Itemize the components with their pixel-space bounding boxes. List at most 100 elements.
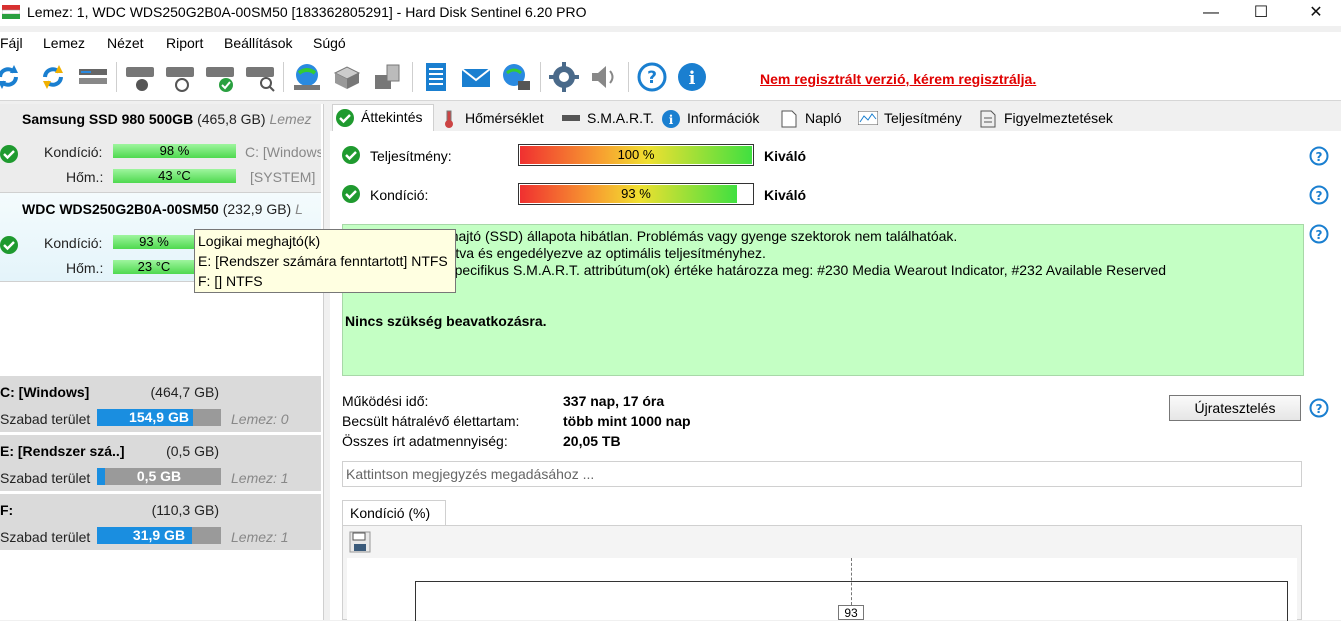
partition-size: (110,3 GB) xyxy=(151,502,219,518)
tab-smart[interactable]: S.M.A.R.T. xyxy=(560,106,660,130)
partition-card[interactable]: C: [Windows] (464,7 GB) Szabad terület 1… xyxy=(0,376,321,434)
partition-disk: Lemez: 1 xyxy=(231,529,289,545)
svg-text:i: i xyxy=(669,113,674,127)
menu-settings[interactable]: Beállítások xyxy=(224,35,292,51)
tab-label: S.M.A.R.T. xyxy=(587,110,654,126)
tab-temperature[interactable]: Hőmérséklet xyxy=(440,106,555,130)
menu-view[interactable]: Nézet xyxy=(107,35,144,51)
graph-icon xyxy=(858,111,878,125)
help-icon[interactable]: ? xyxy=(1309,224,1329,244)
maximize-button[interactable]: ☐ xyxy=(1236,0,1286,26)
uptime-value: 337 nap, 17 óra xyxy=(563,393,665,409)
tab-label: Napló xyxy=(805,110,842,126)
save-icon[interactable] xyxy=(349,531,371,553)
health-rating: Kiváló xyxy=(764,187,807,203)
disk-name-text: WDC WDS250G2B0A-00SM50 xyxy=(22,201,219,217)
partition-name: F: xyxy=(0,502,14,518)
free-space-label: Szabad terület xyxy=(0,529,91,545)
sound-icon[interactable] xyxy=(588,61,620,93)
disk-surface-icon[interactable] xyxy=(124,61,156,93)
written-value: 20,05 TB xyxy=(563,433,621,449)
help-icon[interactable]: ? xyxy=(1309,185,1329,205)
thermometer-icon xyxy=(445,110,453,128)
tab-health-chart[interactable]: Kondíció (%) xyxy=(342,500,446,526)
alerts-icon xyxy=(980,110,996,128)
temp-value: 23 °C xyxy=(137,259,171,274)
health-bar: 93 % xyxy=(113,235,195,249)
help-icon[interactable]: ? xyxy=(636,61,668,93)
lifetime-label: Becsült hátralévő élettartam: xyxy=(342,413,520,429)
disk-list-icon[interactable] xyxy=(77,61,109,93)
free-space-bar: 31,9 GB xyxy=(97,527,221,544)
minimize-button[interactable]: — xyxy=(1186,0,1236,26)
partition-size: (464,7 GB) xyxy=(150,384,219,400)
overview-content: Teljesítmény: 100 % Kiváló ? Kondíció: 9… xyxy=(330,131,1341,621)
window-title: Lemez: 1, WDC WDS250G2B0A-00SM50 [183362… xyxy=(27,4,587,20)
temp-bar: 43 °C xyxy=(113,169,236,183)
check-icon xyxy=(0,236,18,254)
settings-icon[interactable] xyxy=(548,61,580,93)
disk-test-icon[interactable] xyxy=(164,61,196,93)
tab-log[interactable]: Napló xyxy=(779,106,849,130)
remote-icon[interactable] xyxy=(500,61,532,93)
lifetime-value: több mint 1000 nap xyxy=(563,413,691,429)
refresh-all-icon[interactable] xyxy=(37,61,69,93)
toolbar-separator xyxy=(540,62,541,92)
health-value: 93 % xyxy=(139,234,169,249)
network-icon[interactable] xyxy=(291,61,323,93)
disk-icon xyxy=(562,115,580,121)
free-space-label: Szabad terület xyxy=(0,411,91,427)
message-line: z nélküli meghajtó (SSD) állapota hibátl… xyxy=(369,228,958,244)
health-bar: 98 % xyxy=(113,144,236,158)
partition-card[interactable]: F: (110,3 GB) Szabad terület 31,9 GB Lem… xyxy=(0,494,321,552)
svg-text:i: i xyxy=(689,68,696,89)
refresh-icon[interactable] xyxy=(0,61,24,93)
report-icon[interactable] xyxy=(420,61,452,93)
close-button[interactable]: ✕ xyxy=(1291,0,1341,26)
menu-report[interactable]: Riport xyxy=(166,35,203,51)
tab-performance[interactable]: Teljesítmény xyxy=(856,106,968,130)
disk-name: WDC WDS250G2B0A-00SM50 (232,9 GB) L xyxy=(22,201,303,217)
tab-alerts[interactable]: Figyelmeztetések xyxy=(980,106,1122,130)
tab-information[interactable]: i Információk xyxy=(660,106,772,130)
info-icon[interactable]: i xyxy=(676,61,708,93)
message-summary: Nincs szükség beavatkozásra. xyxy=(345,313,547,329)
disk-index: Lemez xyxy=(269,111,312,127)
health-bar: 93 % xyxy=(518,183,754,205)
tab-label: Figyelmeztetések xyxy=(1004,110,1113,126)
registration-link[interactable]: Nem regisztrált verzió, kérem regisztrál… xyxy=(760,71,1036,87)
retest-button[interactable]: Újratesztelés xyxy=(1169,395,1301,421)
menu-help[interactable]: Súgó xyxy=(313,35,346,51)
title-bar: Lemez: 1, WDC WDS250G2B0A-00SM50 [183362… xyxy=(0,0,1341,26)
mail-icon[interactable] xyxy=(460,61,492,93)
disk-check-icon[interactable] xyxy=(204,61,236,93)
disk-search-icon[interactable] xyxy=(244,61,276,93)
chart-point-label: 93 xyxy=(838,605,864,620)
app-icon xyxy=(2,5,20,19)
server-icon[interactable] xyxy=(331,61,363,93)
tab-overview[interactable]: Áttekintés xyxy=(332,104,434,132)
svg-text:?: ? xyxy=(1316,189,1323,203)
uptime-label: Működési idő: xyxy=(342,393,429,409)
partition-disk: Lemez: 1 xyxy=(231,470,289,486)
free-space-bar: 154,9 GB xyxy=(97,409,221,426)
comment-input[interactable]: Kattintson megjegyzés megadásához ... xyxy=(342,461,1302,487)
toolbar-separator xyxy=(116,62,117,92)
partition-card[interactable]: E: [Rendszer szá..] (0,5 GB) Szabad terü… xyxy=(0,435,321,493)
partition-hint: [SYSTEM] xyxy=(250,169,316,185)
health-label: Kondíció: xyxy=(370,187,429,203)
info-icon: i xyxy=(662,110,680,128)
check-icon xyxy=(342,146,360,164)
usb-icon[interactable] xyxy=(371,61,403,93)
svg-text:?: ? xyxy=(1316,228,1323,242)
toolbar-separator xyxy=(283,62,284,92)
help-icon[interactable]: ? xyxy=(1309,146,1329,166)
disk-card[interactable]: Samsung SSD 980 500GB (465,8 GB) Lemez K… xyxy=(0,104,321,193)
menu-file[interactable]: Fájl xyxy=(0,35,23,51)
free-space-value: 154,9 GB xyxy=(129,409,189,425)
performance-label: Teljesítmény: xyxy=(370,148,452,164)
tooltip-line: F: [] NTFS xyxy=(198,273,263,289)
help-icon[interactable]: ? xyxy=(1309,398,1329,418)
menu-disk[interactable]: Lemez xyxy=(43,35,85,51)
disk-size: (232,9 GB) xyxy=(222,201,292,217)
